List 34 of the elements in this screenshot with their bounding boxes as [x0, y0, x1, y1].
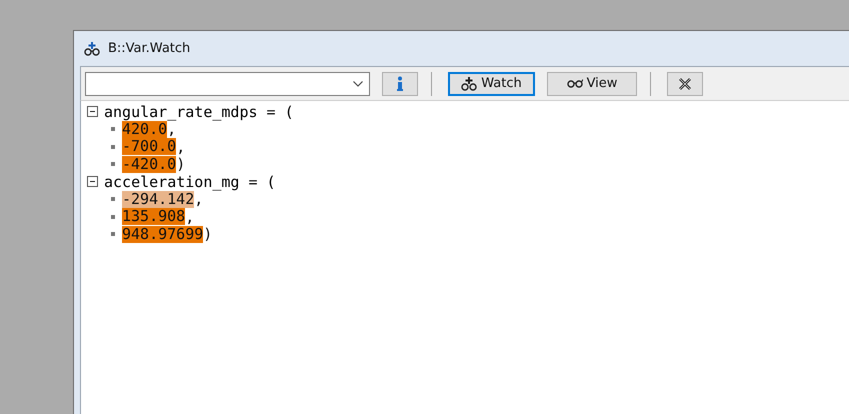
punctuation: ) — [203, 225, 212, 244]
collapse-toggle[interactable] — [87, 176, 98, 188]
element-value: -294.142 — [122, 190, 194, 208]
element-value: 135.908 — [122, 208, 186, 226]
element-value: 948.97699 — [122, 226, 204, 243]
element-value: -700.0 — [122, 138, 176, 156]
variable-name: acceleration_mg = ( — [104, 172, 276, 191]
collapse-toggle[interactable] — [87, 106, 98, 118]
glasses-icon — [566, 79, 583, 88]
bullet-icon — [111, 214, 115, 219]
bullet-icon — [111, 127, 115, 132]
delete-button[interactable] — [667, 72, 703, 96]
window-title: B::Var.Watch — [108, 41, 190, 56]
bullet-icon — [111, 144, 115, 149]
punctuation: , — [176, 138, 186, 156]
punctuation: ) — [176, 155, 186, 174]
variable-name: angular_rate_mdps = ( — [104, 102, 294, 121]
view-button[interactable]: View — [547, 72, 637, 96]
punctuation: , — [185, 208, 194, 226]
cross-icon — [678, 76, 692, 90]
punctuation: , — [194, 190, 204, 208]
info-icon — [396, 76, 404, 92]
glasses-plus-icon — [84, 42, 100, 56]
punctuation: , — [167, 120, 176, 138]
element-value: 420.0 — [122, 120, 168, 138]
bullet-icon — [111, 197, 115, 202]
info-button[interactable] — [382, 72, 418, 96]
glasses-plus-icon — [461, 76, 478, 90]
watch-button[interactable]: Watch — [448, 72, 535, 96]
bullet-icon — [111, 162, 115, 166]
expression-combo[interactable] — [85, 72, 370, 96]
element-value: -420.0 — [122, 156, 176, 173]
bullet-icon — [111, 232, 115, 236]
caret-icon — [353, 80, 363, 86]
